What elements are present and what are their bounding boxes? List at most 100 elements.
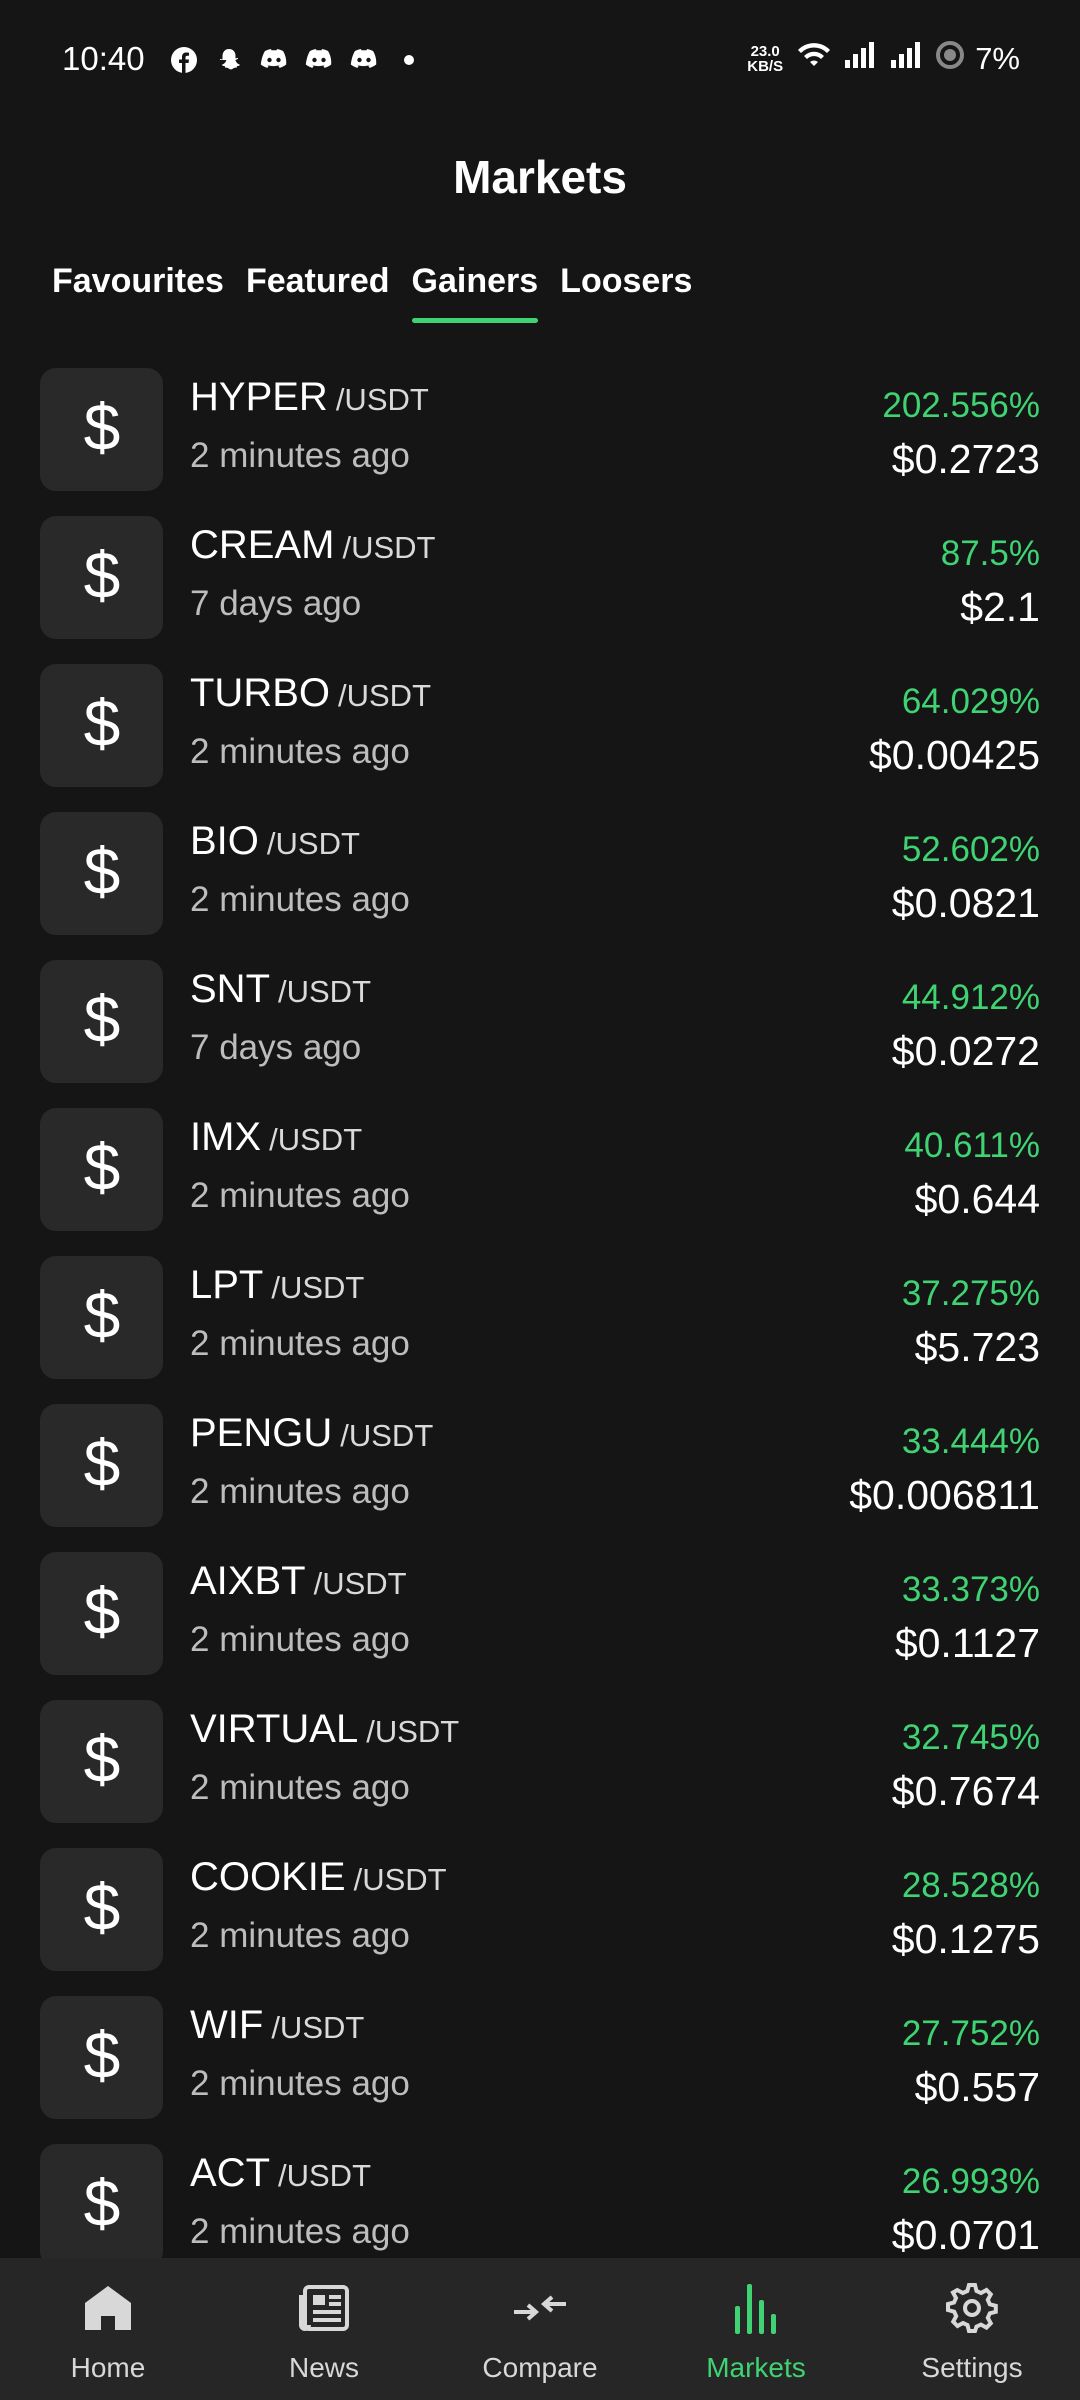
markets-icon [726,2278,786,2338]
nav-label: Compare [482,2352,598,2383]
coin-symbol: AIXBT/USDT [190,1559,407,1604]
coin-price: $0.1127 [894,1620,1040,1666]
coin-row[interactable]: $ AIXBT/USDT 2 minutes ago 33.373% $0.1127 [0,1550,1080,1698]
coin-pair: /USDT [266,826,360,861]
coin-symbol: ACT/USDT [190,2151,371,2196]
coin-price: $0.0701 [891,2212,1040,2258]
dollar-icon: $ [40,1848,163,1971]
dollar-icon: $ [40,1108,163,1231]
coin-change: 37.275% [901,1274,1040,1313]
coin-row[interactable]: $ HYPER/USDT 2 minutes ago 202.556% $0.2723 [0,366,1080,514]
coin-change: 87.5% [940,534,1040,573]
coin-price: $2.1 [960,584,1040,630]
coin-price: $0.644 [914,1176,1040,1222]
coin-change: 64.029% [901,682,1040,721]
dollar-icon: $ [40,2144,163,2267]
coin-updated: 2 minutes ago [190,436,410,475]
page-title: Markets [453,151,627,203]
nav-label: Markets [706,2352,806,2383]
nav-home[interactable]: Home [0,2258,216,2400]
nav-settings[interactable]: Settings [864,2258,1080,2400]
coin-pair: /USDT [269,1122,363,1157]
coin-ticker: CREAM [190,523,335,567]
market-tabs: Favourites Featured Gainers Loosers [52,262,692,323]
coin-pair: /USDT [278,974,371,1009]
coin-updated: 2 minutes ago [190,1620,410,1659]
nav-news[interactable]: News [216,2258,432,2400]
coin-change: 40.611% [904,1126,1040,1165]
coin-pair: /USDT [271,2010,365,2045]
coin-ticker: ACT [190,2151,270,2195]
coin-updated: 2 minutes ago [190,880,410,919]
tab-featured[interactable]: Featured [246,262,390,323]
coin-updated: 2 minutes ago [190,1472,410,1511]
dollar-icon: $ [40,516,163,639]
coin-change: 33.444% [901,1422,1040,1461]
coin-ticker: BIO [190,819,259,863]
tab-loosers[interactable]: Loosers [560,262,692,323]
signal-icon [889,40,925,78]
coin-price: $0.006811 [849,1472,1040,1518]
coin-row[interactable]: $ WIF/USDT 2 minutes ago 27.752% $0.557 [0,1994,1080,2142]
discord-icon [303,44,335,76]
coin-pair: /USDT [338,678,431,713]
coin-symbol: BIO/USDT [190,819,360,864]
coin-change: 28.528% [901,1866,1040,1905]
dot-icon [393,44,425,76]
coin-updated: 2 minutes ago [190,1916,410,1955]
coin-row[interactable]: $ COOKIE/USDT 2 minutes ago 28.528% $0.1275 [0,1846,1080,1994]
coin-ticker: PENGU [190,1411,333,1455]
svg-text:$: $ [83,1283,120,1352]
tab-gainers[interactable]: Gainers [411,262,538,323]
coin-price: $0.2723 [891,436,1040,482]
wifi-icon [795,40,833,78]
dollar-icon: $ [40,1256,163,1379]
coin-ticker: AIXBT [190,1559,306,1603]
system-indicators: 23.0 KB/S 7% [745,40,1020,78]
dollar-icon: $ [40,368,163,491]
svg-text:$: $ [83,1135,120,1204]
svg-text:$: $ [83,1875,120,1944]
dollar-icon: $ [40,1552,163,1675]
dollar-icon: $ [40,960,163,1083]
svg-text:$: $ [83,1579,120,1648]
coin-symbol: CREAM/USDT [190,523,435,568]
nav-label: Settings [921,2352,1023,2383]
coin-row[interactable]: $ PENGU/USDT 2 minutes ago 33.444% $0.006811 [0,1402,1080,1550]
coin-updated: 2 minutes ago [190,1324,410,1363]
battery-icon [935,40,965,78]
coin-symbol: COOKIE/USDT [190,1855,447,1900]
nav-compare[interactable]: Compare [432,2258,648,2400]
home-icon [78,2278,138,2338]
coin-symbol: LPT/USDT [190,1263,364,1308]
coin-change: 44.912% [901,978,1040,1017]
coin-pair: /USDT [353,1862,447,1897]
coin-price: $0.1275 [891,1916,1040,1962]
coin-row[interactable]: $ CREAM/USDT 7 days ago 87.5% $2.1 [0,514,1080,662]
tab-favourites[interactable]: Favourites [52,262,224,323]
battery-percent: 7% [975,41,1020,76]
coin-updated: 2 minutes ago [190,2064,410,2103]
nav-label: News [288,2352,359,2383]
nav-markets[interactable]: Markets [648,2258,864,2400]
coin-row[interactable]: $ VIRTUAL/USDT 2 minutes ago 32.745% $0.7674 [0,1698,1080,1846]
coin-ticker: VIRTUAL [190,1707,359,1751]
coin-ticker: TURBO [190,671,330,715]
coin-row[interactable]: $ LPT/USDT 2 minutes ago 37.275% $5.723 [0,1254,1080,1402]
news-icon [294,2278,354,2338]
coin-updated: 2 minutes ago [190,1176,410,1215]
dollar-icon: $ [40,1700,163,1823]
coin-price: $0.557 [914,2064,1040,2110]
coin-row[interactable]: $ SNT/USDT 7 days ago 44.912% $0.0272 [0,958,1080,1106]
coin-change: 32.745% [901,1718,1040,1757]
coin-ticker: IMX [190,1115,262,1159]
svg-text:$: $ [83,1431,120,1500]
coin-ticker: WIF [190,2003,264,2047]
coin-row[interactable]: $ BIO/USDT 2 minutes ago 52.602% $0.0821 [0,810,1080,958]
coin-row[interactable]: $ TURBO/USDT 2 minutes ago 64.029% $0.00425 [0,662,1080,810]
coin-price: $0.00425 [868,732,1040,778]
coin-symbol: VIRTUAL/USDT [190,1707,459,1752]
net-speed: 23.0 KB/S [747,43,784,75]
coin-pair: /USDT [278,2158,371,2193]
coin-row[interactable]: $ IMX/USDT 2 minutes ago 40.611% $0.644 [0,1106,1080,1254]
